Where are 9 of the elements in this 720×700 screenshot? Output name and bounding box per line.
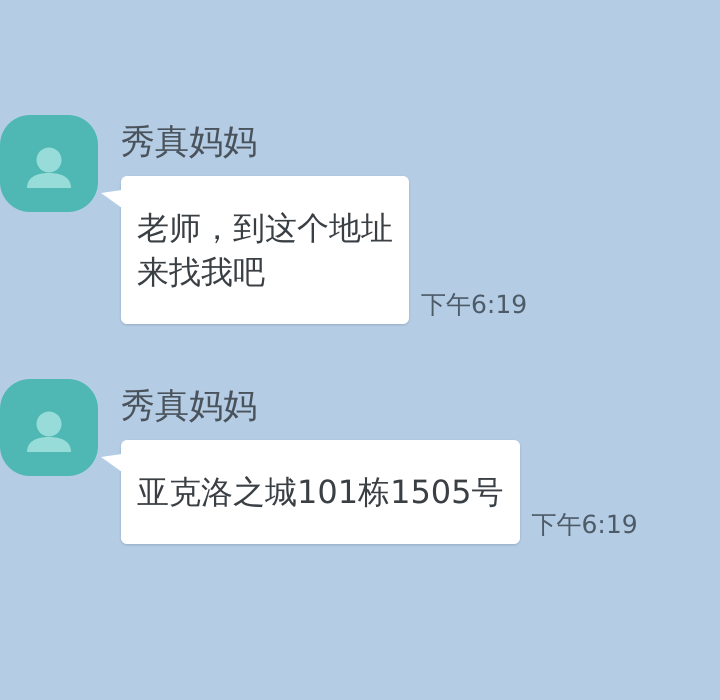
message-text: 亚克洛之城101栋1505号 [137, 472, 504, 513]
avatar-icon [0, 379, 98, 476]
message-time: 下午6:19 [421, 290, 528, 320]
sender-name: 秀真妈妈 [121, 121, 257, 164]
sender-name: 秀真妈妈 [121, 385, 257, 428]
message-text: 老师，到这个地址 [137, 208, 393, 249]
message-text: 来找我吧 [137, 252, 265, 293]
message-time: 下午6:19 [532, 510, 638, 540]
avatar-icon [0, 115, 98, 212]
